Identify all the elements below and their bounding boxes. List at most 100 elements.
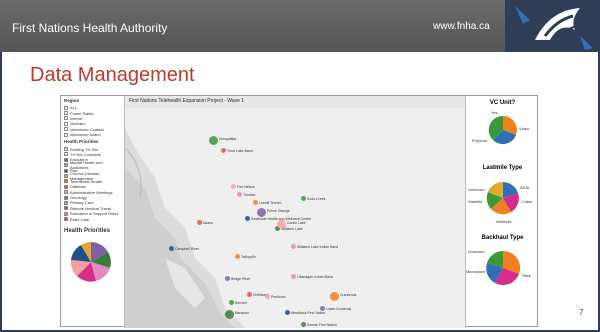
site-marker[interactable] <box>229 300 234 305</box>
color-swatch-icon <box>64 184 68 189</box>
backhaul-pie: Unknown Microwave Fibre <box>466 249 532 286</box>
region-label-text: Fraser Salish <box>70 110 94 116</box>
vc-label-yes: Yes <box>491 110 498 115</box>
vc-pie: Yes Video Polycom <box>472 110 530 145</box>
checkbox-icon[interactable] <box>64 132 68 137</box>
region-label-text: ALL <box>70 105 78 111</box>
site-marker[interactable] <box>209 136 218 145</box>
priority-label-text: Education in Support Roles <box>70 211 119 217</box>
priority-legend-item[interactable]: Elder Care <box>61 216 124 222</box>
slide-header: First Nations Health Authority www.fnha.… <box>0 0 600 52</box>
checkbox-icon[interactable] <box>64 105 68 110</box>
lm-label-adsl: ADSL <box>520 185 531 190</box>
site-marker[interactable] <box>169 246 174 251</box>
lm-label-cable: Cable <box>522 199 533 204</box>
slide-title: Data Management <box>30 64 195 86</box>
region-label-text: Northern <box>70 121 86 127</box>
priority-label-text: TH Not Complete <box>70 151 101 157</box>
vc-label-polycom: Polycom <box>472 138 488 143</box>
map-panel[interactable]: First Nations Telehealth Expansion Proje… <box>125 96 465 328</box>
color-swatch-icon <box>64 152 68 157</box>
site-marker[interactable] <box>231 184 236 189</box>
site-label: Nanaimo <box>235 311 250 315</box>
color-swatch-icon <box>64 147 68 152</box>
site-marker[interactable] <box>257 208 266 217</box>
bh-label-unknown: Unknown <box>468 249 485 254</box>
bh-label-microwave: Microwave <box>466 269 486 274</box>
slide-number: 7 <box>579 308 584 317</box>
color-swatch-icon <box>64 163 68 168</box>
checkbox-icon[interactable] <box>64 111 68 116</box>
region-label-text: Interior <box>70 115 83 121</box>
site-marker[interactable] <box>301 196 306 201</box>
org-name: First Nations Health Authority <box>12 21 168 35</box>
summary-panel: VC Unit? Yes Video Polycom Lastmile Type… <box>465 96 539 328</box>
site-marker[interactable] <box>265 294 270 299</box>
site-label: Kinoquitkia <box>219 137 237 141</box>
site-label: Williams Lake Indian Band <box>297 245 339 249</box>
color-swatch-icon <box>64 173 68 178</box>
priority-label-text: Mental Health and Addictions <box>70 160 103 171</box>
priority-legend-item[interactable]: Mental Health and Addictions <box>61 160 124 171</box>
region-label: Region <box>64 98 80 103</box>
priority-label-text: Diabetes <box>70 184 86 190</box>
site-marker[interactable] <box>237 192 242 197</box>
site-label: Tumbler <box>243 193 256 197</box>
site-marker[interactable] <box>225 310 234 319</box>
site-label: Trout Lake Band <box>227 149 253 153</box>
filter-sidebar: Region ALL Fraser Salish Interior Northern V… <box>61 96 125 328</box>
site-label: Canim Lake <box>287 221 306 225</box>
color-swatch-icon <box>64 157 68 162</box>
site-marker[interactable] <box>197 220 202 225</box>
site-marker[interactable] <box>277 220 286 229</box>
site-marker[interactable] <box>247 292 252 297</box>
priority-legend-item[interactable]: Education in Support Roles <box>61 211 124 216</box>
site-label: Campbell River <box>175 247 199 251</box>
priority-label-text: Oncology <box>70 195 87 201</box>
region-label-text: Vancouver Island <box>70 132 101 138</box>
site-label: Lheidli Tenneh <box>259 201 282 205</box>
site-marker[interactable] <box>245 216 250 221</box>
lm-label-satellite: Satellite <box>468 199 483 204</box>
site-marker[interactable] <box>225 276 230 281</box>
site-marker[interactable] <box>285 310 290 315</box>
site-label: Sumas First Nation <box>307 323 337 327</box>
lm-label-unknown: Unknown <box>468 187 485 192</box>
region-list: ALL Fraser Salish Interior Northern Vancouve… <box>61 105 124 137</box>
site-label: Sechelt <box>235 301 247 305</box>
priority-label-text: Elder Care <box>70 216 90 222</box>
site-label: Westbank First Nation <box>291 311 326 315</box>
color-swatch-icon <box>64 179 68 184</box>
priority-label-text: Existing TH Site <box>70 146 99 152</box>
map-title: First Nations Telehealth Expansion Proje… <box>129 98 245 104</box>
site-label: Soda Creek <box>307 197 326 201</box>
site-label: Cranbrook <box>340 293 357 297</box>
site-marker[interactable] <box>330 292 339 301</box>
site-marker[interactable] <box>291 244 296 249</box>
site-label: Fort Nelson <box>237 185 256 189</box>
site-marker[interactable] <box>221 148 226 153</box>
color-swatch-icon <box>64 190 68 195</box>
site-label: Bridge River <box>231 277 251 281</box>
site-marker[interactable] <box>301 322 306 327</box>
lastmile-pie: Unknown ADSL Satellite Cable Wireless <box>468 181 533 224</box>
site-marker[interactable] <box>235 254 240 259</box>
site-label: Tsilhqot'in <box>241 255 257 259</box>
fnha-logo <box>505 0 600 52</box>
priority-label-text: Restore Medical Travel <box>70 205 111 211</box>
checkbox-icon[interactable] <box>64 127 68 132</box>
color-swatch-icon <box>64 211 68 216</box>
priority-label-text: Administrative Meetings <box>70 189 113 195</box>
color-swatch-icon <box>64 217 68 222</box>
vc-label-video: Video <box>519 126 530 131</box>
site-label: Penticton <box>271 295 286 299</box>
checkbox-icon[interactable] <box>64 116 68 121</box>
org-url[interactable]: www.fnha.ca <box>433 21 490 32</box>
color-swatch-icon <box>64 200 68 205</box>
checkbox-icon[interactable] <box>64 121 68 126</box>
priority-legend-item[interactable]: Chronic Disease Management <box>61 171 124 181</box>
priority-label-text: Primary Care <box>70 200 94 206</box>
site-marker[interactable] <box>253 200 258 205</box>
site-marker[interactable] <box>291 274 296 279</box>
bh-label-fibre: Fibre <box>522 273 532 278</box>
